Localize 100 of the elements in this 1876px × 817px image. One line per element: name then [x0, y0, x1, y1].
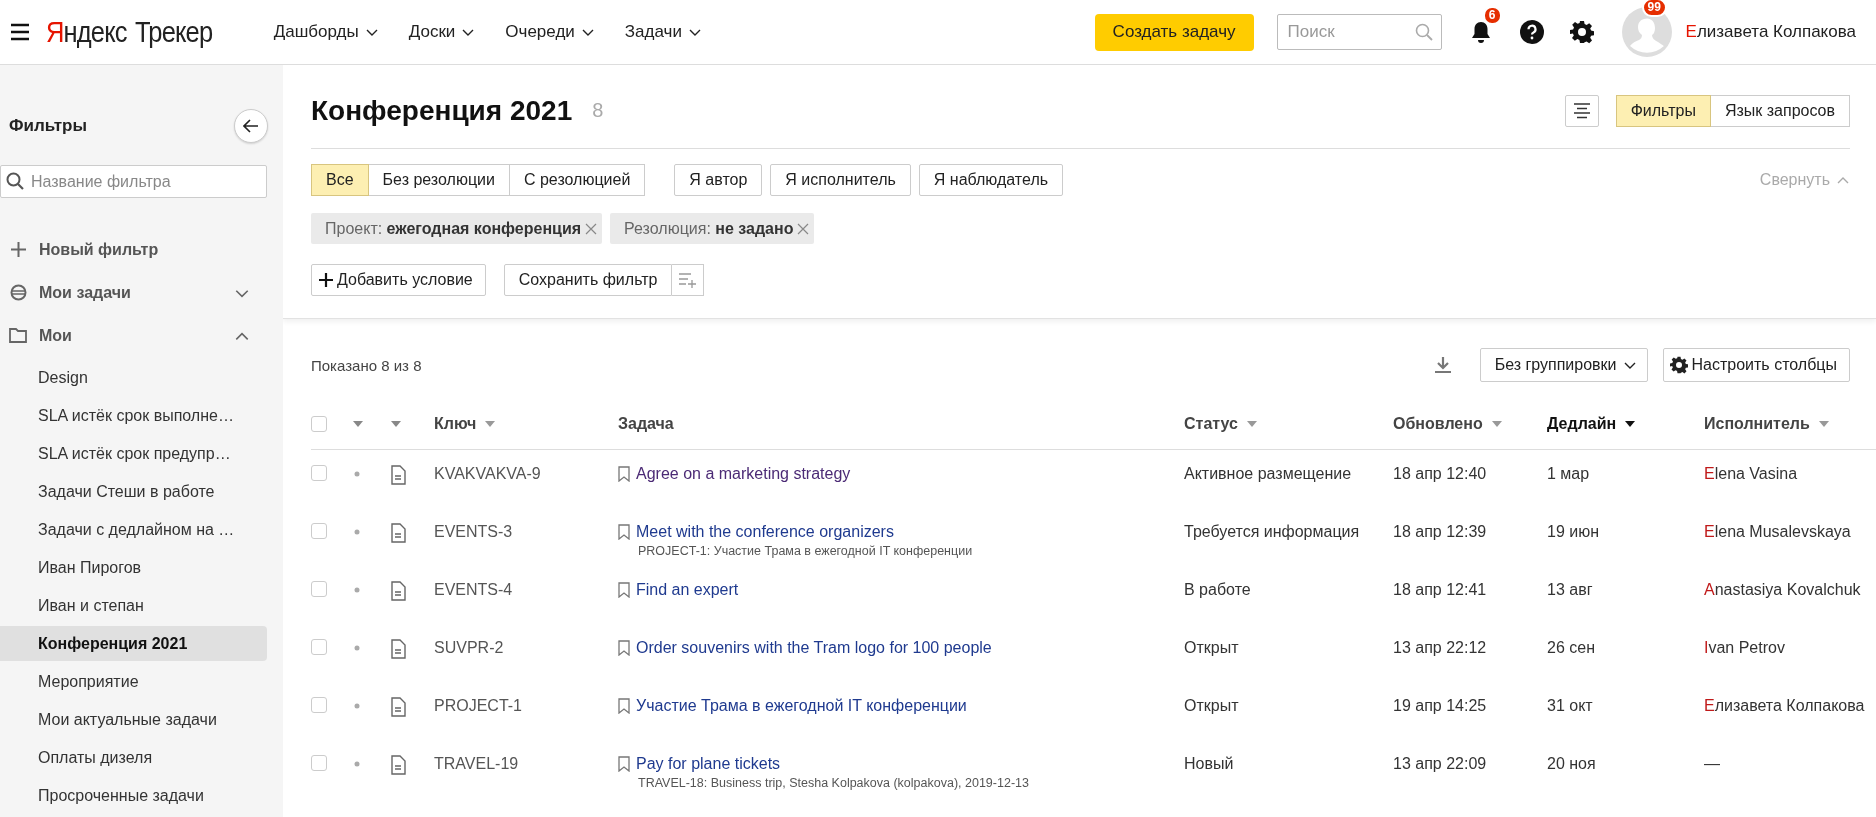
issue-key[interactable]: KVAKVAKVA-9	[434, 465, 541, 482]
column-header[interactable]: Дедлайн	[1547, 415, 1617, 433]
bookmark-icon[interactable]	[618, 756, 630, 772]
checkbox[interactable]	[311, 755, 327, 771]
filter-item[interactable]: Оплаты дизеля	[0, 740, 267, 775]
task-link[interactable]: Order souvenirs with the Tram logo for 100 people	[636, 639, 992, 657]
issue-key[interactable]: EVENTS-3	[434, 523, 513, 540]
issue-key[interactable]: SUVPR-2	[434, 639, 504, 656]
nav-menu[interactable]: Очереди	[505, 22, 595, 42]
document-icon	[390, 697, 406, 717]
caret-down-icon[interactable]	[390, 419, 402, 429]
column-header[interactable]: Ключ	[434, 415, 477, 433]
filter-item[interactable]: Конференция 2021	[0, 626, 267, 661]
caret-down-icon[interactable]	[484, 419, 497, 429]
filter-item[interactable]: Иван и степан	[0, 588, 267, 623]
resolution-tab[interactable]: С резолюцией	[509, 164, 646, 196]
task-link[interactable]: Участие Трама в ежегодной IT конференции	[636, 697, 967, 715]
checkbox[interactable]	[311, 523, 327, 539]
add-condition-button[interactable]: Добавить условие	[311, 264, 486, 296]
resolution-tab[interactable]: Все	[311, 164, 369, 196]
column-header[interactable]: Обновлено	[1393, 415, 1483, 433]
create-task-button[interactable]: Создать задачу	[1094, 13, 1254, 51]
issue-key[interactable]: PROJECT-1	[434, 697, 522, 714]
sidebar-item[interactable]: Новый фильтр	[0, 228, 267, 271]
checkbox[interactable]	[311, 639, 327, 655]
issue-count: 8	[592, 99, 604, 122]
caret-down-icon[interactable]	[1817, 419, 1830, 429]
view-tab[interactable]: Язык запросов	[1710, 94, 1850, 127]
checkbox[interactable]	[311, 416, 327, 432]
role-toggle[interactable]: Я автор	[674, 164, 763, 196]
assignee-name[interactable]: Anastasiya Kovalchuk	[1704, 581, 1861, 599]
role-toggle[interactable]: Я наблюдатель	[918, 164, 1064, 196]
task-link[interactable]: Agree on a marketing strategy	[636, 465, 851, 483]
status-text: Открыт	[1184, 639, 1239, 656]
configure-columns-button[interactable]: Настроить столбцы	[1662, 348, 1850, 382]
sidebar-title: Фильтры	[9, 116, 87, 136]
filter-item[interactable]: Мои актуальные задачи	[0, 702, 267, 737]
task-link[interactable]: Pay for plane tickets	[636, 755, 781, 773]
status-text: Требуется информация	[1184, 523, 1360, 540]
issue-key[interactable]: EVENTS-4	[434, 581, 513, 598]
assignee-name[interactable]: Елизавета Колпакова	[1704, 697, 1865, 715]
role-toggle[interactable]: Я исполнитель	[770, 164, 911, 196]
caret-down-icon[interactable]	[1490, 419, 1503, 429]
task-link[interactable]: Find an expert	[636, 581, 739, 599]
filter-item[interactable]: SLA истёк срок выполне…	[0, 398, 267, 433]
close-icon[interactable]	[797, 222, 810, 235]
view-settings-button[interactable]	[1564, 94, 1599, 127]
logo-text[interactable]: Яндекс	[46, 15, 127, 49]
checkbox[interactable]	[311, 465, 327, 481]
bookmark-icon[interactable]	[618, 466, 630, 482]
nav-menu[interactable]: Доски	[408, 22, 476, 42]
issue-key[interactable]: TRAVEL-19	[434, 755, 519, 772]
settings-icon[interactable]	[1569, 20, 1594, 44]
help-icon[interactable]	[1519, 20, 1544, 44]
filter-item[interactable]: Мероприятие	[0, 664, 267, 699]
bookmark-icon[interactable]	[618, 582, 630, 598]
filter-search-field[interactable]: Название фильтра	[0, 165, 267, 198]
nav-menu[interactable]: Задачи	[624, 22, 702, 42]
checkbox[interactable]	[311, 581, 327, 597]
bell-icon[interactable]	[1469, 20, 1492, 44]
add-to-list-button[interactable]	[672, 264, 705, 296]
task-link[interactable]: Meet with the conference organizers	[636, 523, 894, 541]
search-icon	[6, 172, 24, 190]
filter-item[interactable]: Иван Пирогов	[0, 550, 267, 585]
checkbox[interactable]	[311, 697, 327, 713]
column-header[interactable]: Статус	[1184, 415, 1238, 433]
status-text: В работе	[1184, 581, 1251, 598]
grouping-dropdown[interactable]: Без группировки	[1479, 348, 1648, 382]
bookmark-icon[interactable]	[618, 640, 630, 656]
filter-condition-chip[interactable]: Резолюция: не задано	[610, 213, 815, 244]
nav-menu[interactable]: Дашборды	[273, 22, 379, 42]
collapse-sidebar-button[interactable]	[234, 109, 268, 143]
bookmark-icon[interactable]	[618, 524, 630, 540]
document-icon	[390, 581, 406, 601]
caret-down-icon[interactable]	[352, 419, 364, 429]
filter-item[interactable]: Задачи с дедлайном на …	[0, 512, 267, 547]
filter-item[interactable]: Задачи Стеши в работе	[0, 474, 267, 509]
resolution-tab[interactable]: Без резолюции	[368, 164, 510, 196]
sidebar-item[interactable]: Мои	[0, 314, 267, 357]
assignee-name[interactable]: Elena Vasina	[1704, 465, 1798, 483]
save-filter-button[interactable]: Сохранить фильтр	[503, 264, 673, 296]
filter-condition-chip[interactable]: Проект: ежегодная конференция	[311, 213, 603, 244]
align-center-icon	[1572, 102, 1591, 119]
user-name[interactable]: Елизавета Колпакова	[1685, 22, 1856, 42]
caret-down-icon[interactable]	[1245, 419, 1258, 429]
sidebar-item[interactable]: Мои задачи	[0, 271, 267, 314]
bookmark-icon[interactable]	[618, 698, 630, 714]
search-field[interactable]: Поиск	[1276, 14, 1442, 50]
deadline-date: 1 мар	[1547, 465, 1590, 482]
download-icon[interactable]	[1433, 356, 1452, 374]
sort-caret-icon[interactable]	[1624, 419, 1637, 429]
filter-item[interactable]: SLA истёк срок предупр…	[0, 436, 267, 471]
filter-item[interactable]: Design	[0, 360, 267, 395]
column-header[interactable]: Исполнитель	[1704, 415, 1810, 433]
assignee-name[interactable]: Ivan Petrov	[1704, 639, 1785, 657]
assignee-name[interactable]: Elena Musalevskaya	[1704, 523, 1851, 541]
close-icon[interactable]	[585, 222, 598, 235]
filter-item[interactable]: Просроченные задачи	[0, 778, 267, 813]
column-header[interactable]: Задача	[618, 415, 674, 433]
view-tab[interactable]: Фильтры	[1615, 94, 1711, 127]
